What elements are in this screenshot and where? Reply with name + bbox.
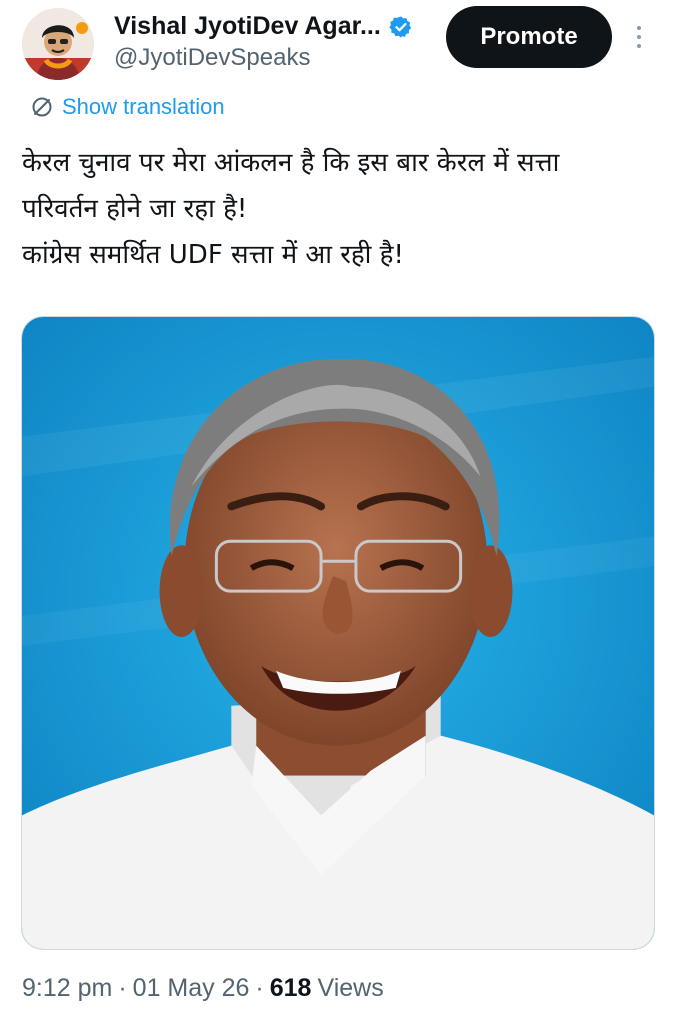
tweet-text-line: केरल चुनाव पर मेरा आंकलन है कि इस बार के… [22,148,560,178]
show-translation-link[interactable]: Show translation [30,94,225,120]
tweet-photo[interactable] [21,316,655,950]
tweet-meta: 9:12 pm · 01 May 26 · 618 Views [22,974,384,1003]
author-display-name[interactable]: Vishal JyotiDev Agar... [114,12,381,41]
author-name-row: Vishal JyotiDev Agar... [114,12,413,41]
tweet-text-line: परिवर्तन होने जा रहा है! [22,194,248,224]
show-translation-label: Show translation [62,94,225,119]
tweet-text-line: कांग्रेस समर्थित UDF सत्ता में आ रही है! [22,240,404,270]
translate-icon [32,97,52,117]
verified-badge-icon [389,16,411,37]
more-vertical-icon[interactable] [624,20,654,54]
meta-separator: · [255,974,264,1002]
tweet-detail: Vishal JyotiDev Agar... @JyotiDevSpeaks … [0,0,674,1024]
portrait-photo [22,317,654,949]
meta-separator: · [118,974,127,1002]
promote-button[interactable]: Promote [446,6,612,68]
avatar-cartoon-person-icon [22,8,94,80]
tweet-time[interactable]: 9:12 pm [22,974,112,1003]
tweet-date[interactable]: 01 May 26 [133,974,250,1003]
tweet-text: केरल चुनाव पर मेरा आंकलन है कि इस बार के… [22,140,658,278]
views-count: 618 [269,974,312,1002]
avatar[interactable] [22,8,94,80]
views-label: Views [317,974,384,1002]
author-handle[interactable]: @JyotiDevSpeaks [114,44,310,72]
